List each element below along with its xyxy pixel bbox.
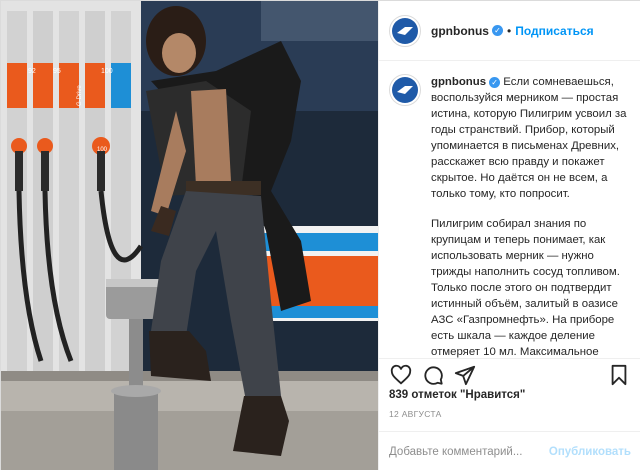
likes-count-text: 839 отметок "Нравится" — [389, 389, 526, 401]
post-photo[interactable]: 92 95 100 100 G-Drive — [1, 1, 378, 470]
caption-paragraph-2: Пилигрим собирал знания по крупицам и те… — [431, 218, 620, 358]
header-username[interactable]: gpnbonus — [431, 24, 489, 38]
caption: gpnbonus ✓ Если сомневаешься, воспользуйс… — [389, 74, 631, 358]
photo-illustration: 92 95 100 100 G-Drive — [1, 1, 378, 470]
caption-avatar[interactable] — [389, 74, 421, 106]
share-button[interactable] — [453, 363, 477, 387]
caption-paragraph-1: gpnbonus ✓ Если сомневаешься, воспользуйс… — [431, 74, 631, 202]
comment-input[interactable] — [389, 445, 549, 458]
likes-count[interactable]: 839 отметок "Нравится" — [389, 389, 525, 401]
comment-icon — [424, 365, 443, 385]
caption-text: gpnbonus ✓ Если сомневаешься, воспользуйс… — [431, 74, 631, 358]
pump-label-92: 92 — [28, 68, 36, 75]
post-date[interactable]: 12 АВГУСТА — [389, 409, 442, 419]
comment-button[interactable] — [421, 363, 445, 387]
brand-logo-icon — [392, 17, 418, 44]
follow-button[interactable]: Подписаться — [515, 24, 593, 38]
separator-dot: • — [506, 23, 512, 38]
caption-paragraph-1-text: Если сомневаешься, воспользуйся мерником… — [431, 76, 627, 200]
pump-label-gdrive: G-Drive — [77, 85, 83, 106]
profile-avatar[interactable] — [389, 14, 421, 47]
pump-label-95: 95 — [53, 68, 61, 75]
verified-badge-icon: ✓ — [489, 77, 501, 88]
comment-form: Опубликовать — [379, 431, 640, 470]
heart-icon — [390, 364, 412, 384]
brand-logo-icon — [392, 77, 418, 103]
instagram-post: 92 95 100 100 G-Drive gpnbonus ✓ • Подпи… — [0, 0, 640, 470]
save-button[interactable] — [607, 363, 631, 387]
pump-label-100: 100 — [101, 68, 113, 75]
publish-button[interactable]: Опубликовать — [549, 446, 631, 458]
nozzle-label: 100 — [97, 147, 108, 153]
caption-username[interactable]: gpnbonus — [431, 76, 486, 88]
action-bar — [379, 358, 640, 390]
share-icon — [454, 365, 476, 385]
post-header: gpnbonus ✓ • Подписаться — [379, 1, 640, 61]
verified-badge-icon: ✓ — [491, 25, 503, 36]
like-button[interactable] — [389, 363, 413, 387]
post-sidebar: gpnbonus ✓ • Подписаться gpnbonus ✓ Если … — [378, 1, 640, 470]
bookmark-icon — [611, 364, 627, 385]
caption-scroll-area[interactable]: gpnbonus ✓ Если сомневаешься, воспользуйс… — [379, 62, 640, 358]
